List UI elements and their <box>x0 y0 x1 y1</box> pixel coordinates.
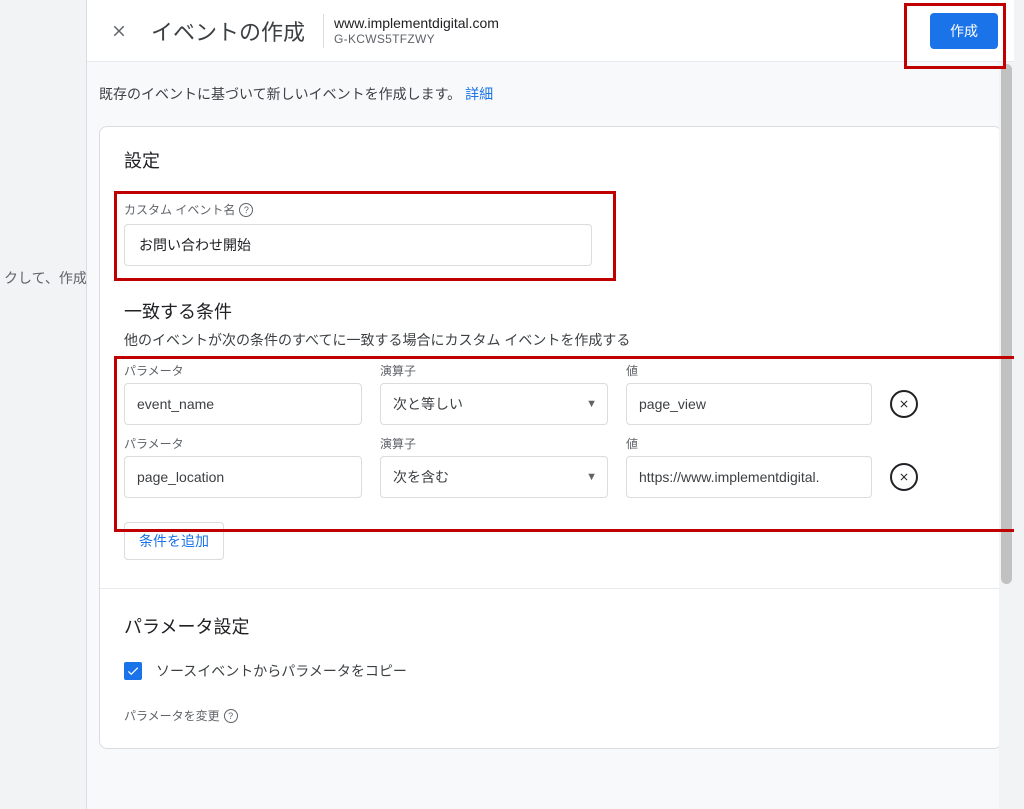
add-condition-button[interactable]: 条件を追加 <box>124 522 224 560</box>
parameter-input[interactable] <box>124 383 362 425</box>
custom-event-label-row: カスタム イベント名 ? <box>124 201 977 218</box>
help-icon[interactable]: ? <box>224 709 238 723</box>
copy-params-row: ソースイベントからパラメータをコピー <box>124 661 977 681</box>
chevron-down-icon: ▼ <box>586 398 597 410</box>
operator-select[interactable]: 次と等しい ▼ <box>380 383 608 425</box>
close-icon <box>898 398 910 410</box>
copy-params-checkbox[interactable] <box>124 662 142 680</box>
remove-condition-button[interactable] <box>890 390 918 418</box>
scrollbar-track[interactable] <box>999 62 1014 809</box>
header-value: 値 <box>626 362 872 379</box>
divider <box>100 588 1001 589</box>
scrollbar-thumb[interactable] <box>1001 64 1012 584</box>
create-button[interactable]: 作成 <box>930 13 998 49</box>
content-area: 既存のイベントに基づいて新しいイベントを作成します。 詳細 設定 カスタム イベ… <box>87 62 1014 809</box>
condition-headers: パラメータ 演算子 値 <box>124 362 977 379</box>
divider-vertical <box>323 14 324 48</box>
parameter-input[interactable] <box>124 456 362 498</box>
operator-value: 次と等しい <box>393 394 463 414</box>
close-button[interactable] <box>99 11 139 51</box>
custom-event-label: カスタム イベント名 <box>124 201 235 218</box>
modify-parameters-label-row: パラメータを変更 ? <box>124 707 977 724</box>
condition-headers: パラメータ 演算子 値 <box>124 435 977 452</box>
close-icon <box>898 471 910 483</box>
parameter-settings-title: パラメータ設定 <box>124 613 977 639</box>
remove-condition-button[interactable] <box>890 463 918 491</box>
conditions-wrap: パラメータ 演算子 値 次と等しい ▼ <box>124 362 977 498</box>
slide-panel: イベントの作成 www.implementdigital.com G-KCWS5… <box>86 0 1014 809</box>
value-input[interactable] <box>626 456 872 498</box>
custom-event-name-section: カスタム イベント名 ? <box>124 201 977 266</box>
matching-conditions-title: 一致する条件 <box>124 298 977 324</box>
settings-card: 設定 カスタム イベント名 ? 一致する条件 他のイベントが次の条件のすべてに一… <box>99 126 1002 749</box>
modify-parameters-label: パラメータを変更 <box>124 707 220 724</box>
header-value: 値 <box>626 435 872 452</box>
condition-row: 次と等しい ▼ <box>124 383 977 425</box>
check-icon <box>126 664 140 678</box>
operator-select[interactable]: 次を含む ▼ <box>380 456 608 498</box>
header-parameter: パラメータ <box>124 362 362 379</box>
background-hint-text: クして、作成 <box>4 268 87 288</box>
settings-title: 設定 <box>124 147 977 173</box>
chevron-down-icon: ▼ <box>586 471 597 483</box>
intro-text: 既存のイベントに基づいて新しいイベントを作成します。 <box>99 86 461 102</box>
condition-row: 次を含む ▼ <box>124 456 977 498</box>
close-icon <box>110 22 128 40</box>
intro-text-row: 既存のイベントに基づいて新しいイベントを作成します。 詳細 <box>87 62 1014 126</box>
header-operator: 演算子 <box>380 362 608 379</box>
custom-event-name-input[interactable] <box>124 224 592 266</box>
property-id: G-KCWS5TFZWY <box>334 32 499 46</box>
header-operator: 演算子 <box>380 435 608 452</box>
property-domain: www.implementdigital.com <box>334 15 499 31</box>
panel-title: イベントの作成 <box>151 15 305 47</box>
panel-header: イベントの作成 www.implementdigital.com G-KCWS5… <box>87 0 1014 62</box>
learn-more-link[interactable]: 詳細 <box>465 86 493 102</box>
help-icon[interactable]: ? <box>239 203 253 217</box>
matching-conditions-description: 他のイベントが次の条件のすべてに一致する場合にカスタム イベントを作成する <box>124 330 977 350</box>
header-parameter: パラメータ <box>124 435 362 452</box>
value-input[interactable] <box>626 383 872 425</box>
operator-value: 次を含む <box>393 467 449 487</box>
copy-params-label: ソースイベントからパラメータをコピー <box>156 661 407 681</box>
property-info: www.implementdigital.com G-KCWS5TFZWY <box>334 15 499 46</box>
